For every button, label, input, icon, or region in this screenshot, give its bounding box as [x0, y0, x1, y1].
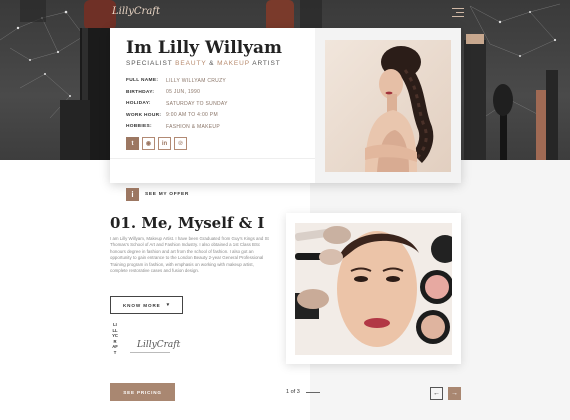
role-accent-beauty: BEAUTY	[175, 60, 207, 67]
info-label: WORK HOUR:	[126, 112, 162, 118]
social-links: t ◉ in ℗	[126, 137, 187, 150]
info-label: HOBBIES:	[126, 124, 152, 130]
see-offer-label: SEE MY OFFER	[145, 192, 190, 197]
see-offer-link[interactable]: i SEE MY OFFER	[126, 188, 189, 201]
profile-info-list: FULL NAME: LILLY WILLYAM CRUZY BIRTHDAY:…	[126, 75, 228, 133]
info-value: 05 JUN, 1990	[166, 89, 201, 96]
info-label: BIRTHDAY:	[126, 89, 155, 95]
see-pricing-button[interactable]: SEE PRICING	[110, 383, 175, 401]
hero-logo[interactable]: LillyCraft	[112, 6, 160, 17]
know-more-label: KNOW MORE	[122, 302, 161, 308]
info-row-birthday: BIRTHDAY: 05 JUN, 1990	[126, 87, 228, 99]
about-text: I am Lilly Willyam, Makeup Artist. I hav…	[110, 236, 269, 274]
makeup-photo	[295, 223, 452, 355]
pager-line	[305, 391, 320, 393]
role-accent-makeup: MAKEUP	[217, 60, 250, 67]
info-value: 9:00 AM TO 4:00 PM	[166, 112, 218, 119]
role-prefix: SPECIALIST	[126, 60, 176, 67]
twitter-icon[interactable]: t	[126, 137, 139, 150]
role-joiner: &	[206, 60, 218, 67]
know-more-button[interactable]: KNOW MORE ▾	[110, 296, 183, 314]
info-row-holiday: HOLIDAY: SATURDAY TO SUNDAY	[126, 98, 228, 110]
makeup-photo-card	[286, 213, 461, 364]
chevron-down-icon: ▾	[166, 302, 171, 308]
vertical-brand-text: LILLYCRAFT	[112, 322, 118, 355]
info-value: FASHION & MAKEUP	[166, 123, 220, 130]
role-suffix: ARTIST	[249, 60, 281, 67]
card-divider	[110, 158, 315, 159]
pager: 1 of 3	[286, 389, 320, 395]
info-icon[interactable]: i	[126, 188, 139, 201]
linkedin-icon[interactable]: in	[158, 137, 171, 150]
info-row-full-name: FULL NAME: LILLY WILLYAM CRUZY	[126, 75, 228, 87]
menu-icon[interactable]	[452, 8, 464, 20]
profile-photo	[325, 40, 451, 172]
info-value: LILLY WILLYAM CRUZY	[166, 77, 227, 84]
pinterest-icon[interactable]: ℗	[174, 137, 187, 150]
arrow-right-icon[interactable]: →	[448, 387, 461, 400]
github-icon[interactable]: ◉	[142, 137, 155, 150]
about-title: 01. Me, Myself & I	[110, 214, 265, 232]
profile-card: Im Lilly Willyam SPECIALIST BEAUTY & MAK…	[110, 28, 461, 201]
profile-role: SPECIALIST BEAUTY & MAKEUP ARTIST	[126, 60, 281, 67]
pager-text: 1 of 3	[286, 389, 300, 395]
arrow-left-icon[interactable]: ←	[430, 387, 443, 400]
info-value: SATURDAY TO SUNDAY	[166, 100, 228, 107]
profile-name: Im Lilly Willyam	[126, 38, 283, 58]
info-row-work-hour: WORK HOUR: 9:00 AM TO 4:00 PM	[126, 110, 228, 122]
signature-line	[130, 352, 170, 353]
signature: LillyCraft	[137, 340, 181, 350]
info-label: FULL NAME:	[126, 78, 159, 84]
info-label: HOLIDAY:	[126, 101, 151, 107]
info-row-hobbies: HOBBIES: FASHION & MAKEUP	[126, 121, 228, 133]
